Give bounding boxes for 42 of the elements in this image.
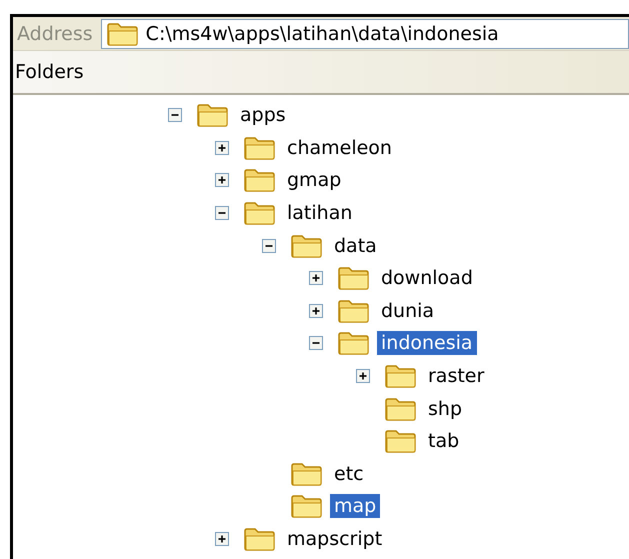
folder-item[interactable]: gmap [283, 168, 346, 192]
collapse-icon[interactable] [215, 206, 229, 220]
expand-icon[interactable] [309, 304, 323, 318]
folder-item[interactable]: data [330, 234, 381, 258]
folder-item[interactable]: tab [424, 429, 464, 454]
folder-item[interactable]: latihan [283, 201, 356, 226]
address-field[interactable]: C:\ms4w\apps\latihan\data\indonesia [100, 18, 629, 48]
folder-icon [106, 22, 140, 46]
folder-icon [384, 396, 418, 421]
folder-item[interactable]: shp [424, 396, 466, 421]
folder-icon [290, 494, 324, 518]
collapse-icon[interactable] [262, 238, 276, 253]
expand-icon[interactable] [356, 369, 370, 384]
folder-icon [337, 298, 371, 323]
collapse-icon[interactable] [309, 336, 323, 350]
folder-item[interactable]: etc [330, 462, 368, 486]
folder-icon [196, 103, 230, 128]
folders-pane-header: Folders [13, 51, 629, 95]
address-label: Address [17, 22, 93, 44]
expand-icon[interactable] [215, 532, 229, 546]
collapse-icon[interactable] [168, 108, 182, 122]
expand-icon[interactable] [215, 173, 229, 188]
folder-item[interactable]: mapscript [283, 527, 386, 552]
folder-icon [384, 364, 418, 388]
folder-icon [337, 266, 371, 290]
folder-item[interactable]: raster [424, 364, 488, 388]
folder-icon [384, 429, 418, 454]
folder-item[interactable]: download [377, 266, 477, 290]
folder-icon [243, 527, 277, 552]
folder-item[interactable]: indonesia [377, 331, 477, 356]
folder-icon [243, 168, 277, 192]
folder-icon [243, 136, 277, 160]
folder-item[interactable]: apps [236, 103, 290, 128]
folder-icon [243, 201, 277, 226]
expand-icon[interactable] [215, 140, 229, 155]
folder-icon [290, 234, 324, 258]
expand-icon[interactable] [309, 271, 323, 286]
folder-icon [290, 462, 324, 486]
folder-item[interactable]: chameleon [283, 136, 396, 160]
folder-item[interactable]: map [330, 494, 380, 518]
folder-item[interactable]: dunia [377, 298, 438, 323]
folder-icon [337, 331, 371, 356]
